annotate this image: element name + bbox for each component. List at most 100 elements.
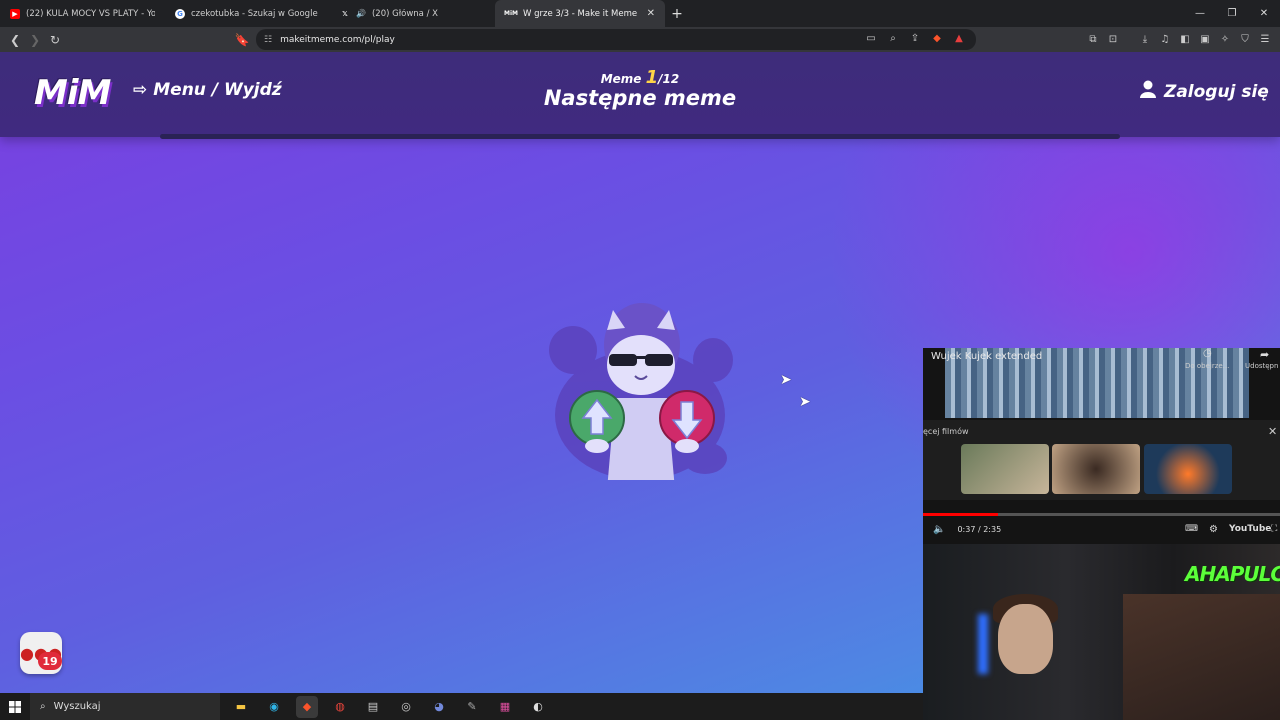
site-logo[interactable]: MiM xyxy=(34,73,111,113)
tab-x[interactable]: 𝕏 🔊 (20) Główna / X xyxy=(330,0,495,27)
player-controls: 🔈 0:37 / 2:35 ⌨ ⚙ YouTube ⛶ xyxy=(923,518,1280,540)
video-title[interactable]: Wujek Kujek extended xyxy=(931,351,1042,362)
window-controls: — ❐ ✕ xyxy=(1184,0,1280,27)
tab-search-icon[interactable]: ⊡ xyxy=(1106,31,1120,47)
clock-icon[interactable]: ◷ xyxy=(1203,348,1212,359)
menu-exit-label: Menu / Wyjdź xyxy=(153,80,282,100)
search-icon: ⌕ xyxy=(40,701,46,712)
app-icon[interactable]: ▦ xyxy=(494,696,516,718)
led-light xyxy=(978,614,988,674)
browser-tab-bar: ▶ (22) KULA MOCY VS PLATY - YouTub G cze… xyxy=(0,0,1280,27)
video-time: 0:37 / 2:35 xyxy=(957,524,1002,534)
google-icon: G xyxy=(175,8,185,19)
upvote-icon xyxy=(569,390,625,446)
background-decor xyxy=(1123,594,1280,720)
wallet-icon[interactable]: ▣ xyxy=(1198,31,1212,47)
tab-title: W grze 3/3 - Make it Meme xyxy=(523,8,637,19)
browser-toolbar: ❮ ❯ ↻ 🔖 ☷ makeitmeme.com/pl/play ▭ ⌕ ⇪ ◆… xyxy=(0,27,1280,52)
forward-icon[interactable]: ❯ xyxy=(25,30,45,50)
download-icon[interactable]: ⤓ xyxy=(1138,31,1152,47)
media-icon[interactable]: ♫ xyxy=(1158,31,1172,47)
close-icon[interactable]: ✕ xyxy=(1268,425,1277,438)
site-settings-icon[interactable]: ☷ xyxy=(264,35,272,45)
close-window-icon[interactable]: ✕ xyxy=(1248,0,1280,27)
minimize-icon[interactable]: — xyxy=(1184,0,1216,27)
downvote-icon xyxy=(659,390,715,446)
exit-icon: ⇨ xyxy=(133,80,148,100)
video-thumbnail[interactable] xyxy=(961,444,1049,494)
mute-icon[interactable]: 🔈 xyxy=(933,524,945,535)
captions-icon[interactable]: ⌨ xyxy=(1185,524,1198,534)
bookmark-icon[interactable]: 🔖 xyxy=(232,30,252,50)
speaker-icon: 🔊 xyxy=(356,9,366,18)
more-videos-label: ęcej filmów xyxy=(923,427,969,436)
share-label: Udostępn xyxy=(1245,362,1279,370)
menu-exit-button[interactable]: ⇨ Menu / Wyjdź xyxy=(133,80,282,100)
meme-counter: Meme 1/12 xyxy=(540,67,740,88)
reload-icon[interactable]: ↻ xyxy=(45,30,65,50)
app-icon[interactable]: ◎ xyxy=(395,696,417,718)
tab-make-it-meme[interactable]: MiM W grze 3/3 - Make it Meme ✕ xyxy=(495,0,665,27)
share-icon[interactable]: ⇪ xyxy=(908,31,922,45)
fullscreen-icon[interactable]: ⛶ xyxy=(1271,524,1277,534)
header-divider xyxy=(160,134,1120,139)
video-thumbnail[interactable] xyxy=(1144,444,1232,494)
close-tab-icon[interactable]: ✕ xyxy=(647,8,655,19)
taskbar-search[interactable]: ⌕ Wyszukaj xyxy=(30,693,220,720)
share-arrow-icon[interactable]: ➦ xyxy=(1260,348,1269,361)
restore-icon[interactable]: ❐ xyxy=(1216,0,1248,27)
gear-icon[interactable]: ⚙ xyxy=(1209,524,1218,535)
new-tab-button[interactable]: + xyxy=(665,0,689,27)
address-bar-icons: ▭ ⌕ ⇪ ◆ ▲ xyxy=(864,31,966,45)
tab-title: czekotubka - Szukaj w Google xyxy=(191,8,318,19)
menu-icon[interactable]: ☰ xyxy=(1258,31,1272,47)
youtube-miniplayer[interactable]: Wujek Kujek extended ◷ ➦ Do obejrze... U… xyxy=(923,348,1280,544)
streamer-face xyxy=(998,604,1053,674)
meme-progress: Meme 1/12 Następne meme xyxy=(540,67,740,110)
brave-shield-icon[interactable]: ◆ xyxy=(930,31,944,45)
meme-total: /12 xyxy=(658,72,680,86)
tab-youtube[interactable]: ▶ (22) KULA MOCY VS PLATY - YouTub xyxy=(0,0,165,27)
chrome-icon[interactable]: ◍ xyxy=(329,696,351,718)
progress-fill xyxy=(923,513,998,516)
vpn-icon[interactable]: ⛉ xyxy=(1238,31,1252,47)
site-header: MiM ⇨ Menu / Wyjdź Meme 1/12 Następne me… xyxy=(0,52,1280,139)
start-button[interactable] xyxy=(0,693,30,720)
taskbar-apps: ▬ ◉ ◆ ◍ ▤ ◎ ◕ ✎ ▦ ◐ xyxy=(230,695,549,718)
app-icon[interactable]: ▤ xyxy=(362,696,384,718)
windows-taskbar: ⌕ Wyszukaj ▬ ◉ ◆ ◍ ▤ ◎ ◕ ✎ ▦ ◐ xyxy=(0,693,923,720)
brave-rewards-icon[interactable]: ▲ xyxy=(952,31,966,45)
search-placeholder: Wyszukaj xyxy=(53,701,101,712)
watch-later-label: Do obejrze... xyxy=(1185,362,1230,370)
sidebar-icon[interactable]: ◧ xyxy=(1178,31,1192,47)
app-icon[interactable]: ◐ xyxy=(527,696,549,718)
tab-google[interactable]: G czekotubka - Szukaj w Google xyxy=(165,0,330,27)
tab-title: (22) KULA MOCY VS PLATY - YouTub xyxy=(26,8,155,19)
extensions-icon[interactable]: ⧉ xyxy=(1086,31,1100,47)
app-icon[interactable]: ✎ xyxy=(461,696,483,718)
x-icon: 𝕏 xyxy=(342,9,348,18)
video-thumbnail[interactable] xyxy=(1052,444,1140,494)
zoom-icon[interactable]: ⌕ xyxy=(886,31,900,45)
back-icon[interactable]: ❮ xyxy=(5,30,25,50)
discord-icon[interactable]: ◕ xyxy=(428,696,450,718)
stream-overlay-text: AHAPULCO xyxy=(1185,562,1280,586)
chat-badge: 19 xyxy=(38,652,62,670)
chat-button[interactable]: ●●● 19 xyxy=(20,632,62,674)
windows-icon xyxy=(9,700,21,713)
cast-icon[interactable]: ▭ xyxy=(864,31,878,45)
webcam-overlay: AHAPULCO xyxy=(923,544,1280,720)
cat-mascot-illustration xyxy=(549,303,733,480)
file-explorer-icon[interactable]: ▬ xyxy=(230,696,252,718)
youtube-logo[interactable]: YouTube xyxy=(1229,524,1271,534)
login-button[interactable]: Zaloguj się xyxy=(1140,80,1269,103)
video-progress-bar[interactable] xyxy=(923,513,1280,516)
meme-current: 1 xyxy=(645,67,659,88)
mouse-cursor: ➤ xyxy=(780,372,792,388)
login-label: Zaloguj się xyxy=(1164,81,1269,102)
url-text: makeitmeme.com/pl/play xyxy=(280,34,395,45)
edge-icon[interactable]: ◉ xyxy=(263,696,285,718)
leo-icon[interactable]: ✧ xyxy=(1218,31,1232,47)
youtube-icon: ▶ xyxy=(10,8,20,19)
brave-icon[interactable]: ◆ xyxy=(296,695,318,718)
